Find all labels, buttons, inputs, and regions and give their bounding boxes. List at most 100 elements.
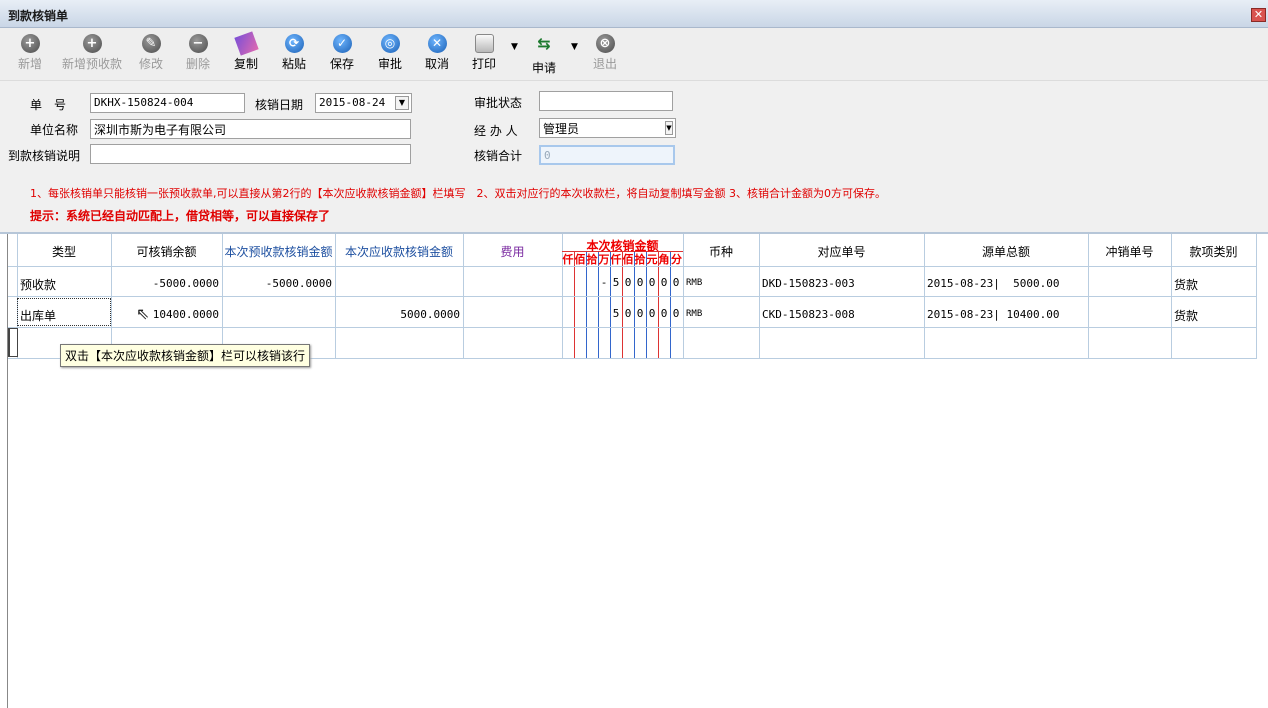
date-picker[interactable]: 2015-08-24 ▼ xyxy=(315,93,412,113)
apply-button[interactable]: ⇆ 申请 xyxy=(532,34,556,75)
handler-label: 经 办 人 xyxy=(474,124,518,138)
cell-currency[interactable]: RMB xyxy=(686,309,702,319)
cell-focus-outline xyxy=(17,298,111,326)
exit-button[interactable]: ⊗ 退出 xyxy=(593,34,617,72)
amount-digit: 0 xyxy=(636,307,644,320)
cell-category[interactable]: 货款 xyxy=(1174,276,1198,293)
chevron-down-icon[interactable]: ▼ xyxy=(665,121,673,135)
amount-unit: 仟 xyxy=(562,253,574,266)
amount-digit: 5 xyxy=(612,276,620,289)
hint-note: 提示：系统已经自动匹配上，借贷相等，可以直接保存了 xyxy=(30,209,331,223)
cell-ref-no[interactable]: DKD-150823-003 xyxy=(762,277,855,290)
amount-unit: 拾 xyxy=(586,253,598,266)
amount-digit: 0 xyxy=(636,276,644,289)
total-field: 0 xyxy=(539,145,675,165)
chevron-down-icon[interactable]: ▼ xyxy=(395,96,409,110)
approve-icon: ◎ xyxy=(380,34,400,53)
amount-divider xyxy=(586,252,587,358)
remark-field[interactable] xyxy=(90,144,411,164)
close-icon[interactable]: ✕ xyxy=(1251,8,1266,22)
edit-button[interactable]: ✎ 修改 xyxy=(139,34,163,72)
cell-type[interactable]: 预收款 xyxy=(20,276,56,293)
col-header-prepay[interactable]: 本次预收款核销金额 xyxy=(222,243,335,260)
amount-divider xyxy=(574,252,575,358)
company-label: 单位名称 xyxy=(30,123,79,137)
amount-digit: 0 xyxy=(624,276,632,289)
amount-divider xyxy=(610,252,611,358)
amount-digit: 0 xyxy=(660,276,668,289)
writeoff-grid: 类型 可核销余额 本次预收款核销金额 本次应收款核销金额 费用 本次核销金额 仟… xyxy=(0,232,1268,708)
amount-digit: 0 xyxy=(660,307,668,320)
amount-divider xyxy=(634,252,635,358)
col-header-type[interactable]: 类型 xyxy=(17,243,111,260)
print-icon xyxy=(474,34,494,53)
cancel-button[interactable]: ✕ 取消 xyxy=(425,34,449,72)
amount-digit: 0 xyxy=(648,276,656,289)
amount-digit: - xyxy=(600,276,608,289)
header-form: 单 号 DKHX-150824-004 核销日期 2015-08-24 ▼ 审批… xyxy=(0,80,1268,232)
cell-src-total[interactable]: 2015-08-23| 5000.00 xyxy=(927,277,1059,290)
amount-digit: 0 xyxy=(672,307,680,320)
doc-no-label: 单 号 xyxy=(30,98,67,112)
copy-icon xyxy=(233,31,259,56)
toolbar: + 新增 + 新增预收款 ✎ 修改 − 删除 复制 ⟳ 粘贴 ✓ 保存 ◎ 审批… xyxy=(0,28,1268,80)
apply-dropdown-icon[interactable]: ▼ xyxy=(571,42,578,52)
remark-label: 到款核销说明 xyxy=(8,149,81,163)
print-dropdown-icon[interactable]: ▼ xyxy=(511,42,518,52)
amount-divider xyxy=(646,252,647,358)
apply-icon: ⇆ xyxy=(537,34,551,53)
amount-unit: 拾 xyxy=(634,253,646,266)
col-header-src-total[interactable]: 源单总额 xyxy=(924,243,1088,260)
new-button[interactable]: + 新增 xyxy=(18,34,42,72)
copy-button[interactable]: 复制 xyxy=(233,31,259,72)
amount-unit: 佰 xyxy=(574,253,586,266)
exit-icon: ⊗ xyxy=(595,34,615,53)
instruction-note: 1、每张核销单只能核销一张预收款单,可以直接从第2行的【本次应收款核销金额】栏填… xyxy=(30,187,886,200)
col-header-fee[interactable]: 费用 xyxy=(463,243,562,260)
add-icon: + xyxy=(82,34,102,53)
print-button[interactable]: 打印 xyxy=(472,34,496,72)
approve-button[interactable]: ◎ 审批 xyxy=(378,34,402,72)
approval-label: 审批状态 xyxy=(474,96,523,110)
cell-category[interactable]: 货款 xyxy=(1174,307,1198,324)
handler-select[interactable]: 管理员 ▼ xyxy=(539,118,676,138)
col-header-balance[interactable]: 可核销余额 xyxy=(111,243,222,260)
mouse-pointer-icon: ⇖ xyxy=(136,304,150,323)
col-header-offset-no[interactable]: 冲销单号 xyxy=(1088,243,1171,260)
cell-balance[interactable]: -5000.0000 xyxy=(111,277,219,290)
amount-unit: 分 xyxy=(671,253,682,266)
grid-line xyxy=(8,327,1257,328)
save-button[interactable]: ✓ 保存 xyxy=(330,34,354,72)
title-bar: 到款核销单 ✕ xyxy=(0,0,1268,28)
cell-prepay[interactable]: -5000.0000 xyxy=(222,277,332,290)
cell-ref-no[interactable]: CKD-150823-008 xyxy=(762,308,855,321)
cancel-icon: ✕ xyxy=(427,34,447,53)
amount-unit: 佰 xyxy=(622,253,634,266)
amount-unit: 角 xyxy=(658,253,670,266)
delete-icon: − xyxy=(188,34,208,53)
date-value: 2015-08-24 xyxy=(319,96,386,109)
cell-receivable[interactable]: 5000.0000 xyxy=(335,308,460,321)
amount-digit: 0 xyxy=(672,276,680,289)
paste-button[interactable]: ⟳ 粘贴 xyxy=(282,34,306,72)
approval-field[interactable] xyxy=(539,91,673,111)
current-row-marker xyxy=(8,328,18,357)
col-header-ref-no[interactable]: 对应单号 xyxy=(759,243,924,260)
delete-button[interactable]: − 删除 xyxy=(186,34,210,72)
amount-unit: 万 xyxy=(598,253,610,266)
row-indicator-bar xyxy=(0,234,8,708)
new-prepay-button[interactable]: + 新增预收款 xyxy=(62,34,122,72)
col-header-receivable[interactable]: 本次应收款核销金额 xyxy=(335,243,463,260)
doc-no-field[interactable]: DKHX-150824-004 xyxy=(90,93,245,113)
date-label: 核销日期 xyxy=(255,98,304,112)
company-field[interactable]: 深圳市斯为电子有限公司 xyxy=(90,119,411,139)
save-icon: ✓ xyxy=(332,34,352,53)
cell-currency[interactable]: RMB xyxy=(686,278,702,288)
col-header-currency[interactable]: 币种 xyxy=(683,243,759,260)
col-header-category[interactable]: 款项类别 xyxy=(1171,243,1256,260)
cell-balance[interactable]: 10400.0000 xyxy=(111,308,219,321)
total-label: 核销合计 xyxy=(474,149,523,163)
cell-src-total[interactable]: 2015-08-23| 10400.00 xyxy=(927,308,1059,321)
amount-divider xyxy=(670,252,671,358)
window-title: 到款核销单 xyxy=(8,9,69,23)
